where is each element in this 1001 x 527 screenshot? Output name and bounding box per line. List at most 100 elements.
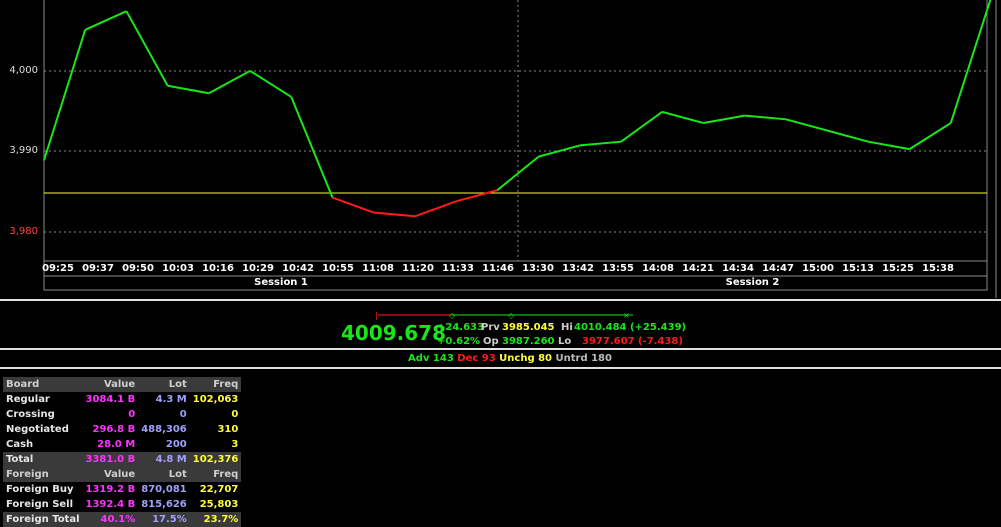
row-label: Foreign Sell [6,499,74,510]
index-change-pct: +0.62% [437,336,481,347]
x-tick-label: 10:29 [242,263,274,274]
intraday-chart[interactable] [0,0,1001,298]
range-high-marker: × [623,311,630,320]
x-tick-label: 15:25 [882,263,914,274]
total-freq: 102,376 [189,452,242,467]
x-tick-label: 11:20 [402,263,434,274]
panel-divider-bottom [0,367,1001,369]
row-value: 3084.1 B [85,394,136,405]
price-line [43,0,992,218]
row-value: 0 [128,409,136,420]
x-tick-label: 10:55 [322,263,354,274]
header-foreign: Foreign [3,467,83,482]
x-tick-label: 09:25 [42,263,74,274]
table-row[interactable]: Foreign Sell 1392.4 B 815,626 25,803 [3,497,241,512]
panel-divider-top [0,299,1001,301]
header-lot: Lot [138,467,190,482]
x-tick-label: 15:00 [802,263,834,274]
x-tick-label: 15:13 [842,263,874,274]
price-segment [949,0,992,124]
header-freq: Freq [189,377,242,392]
board-summary-table: Board Value Lot Freq Regular 3084.1 B 4.… [3,377,242,527]
x-tick-label: 09:37 [82,263,114,274]
y-tick-4000: 4,000 [9,65,38,76]
low-value: 3977.607 (-7.438) [582,336,683,347]
price-segment [785,118,828,132]
row-lot: 200 [165,439,187,450]
price-segment [909,122,952,150]
price-segment [373,211,416,218]
price-segment [125,10,169,87]
price-segment [167,84,210,95]
row-freq: 102,063 [192,394,239,405]
session-1-label: Session 1 [254,277,308,288]
decliners-count: Dec 93 [457,353,496,364]
table-row[interactable]: Regular 3084.1 B 4.3 M 102,063 [3,392,241,407]
price-segment [744,114,787,121]
row-label: Crossing [6,409,55,420]
header-value: Value [82,377,139,392]
header-freq: Freq [189,467,242,482]
x-tick-label: 14:21 [682,263,714,274]
table-row[interactable]: Crossing 0 0 0 [3,407,241,422]
total-label: Total [3,452,83,467]
row-freq: 3 [231,439,239,450]
price-segment [84,10,127,31]
price-segment [414,200,457,218]
untraded-count: Untrd 180 [555,353,612,364]
row-label: Foreign Buy [6,484,74,495]
header-lot: Lot [138,377,190,392]
intraday-chart-panel[interactable]: 4,000 3,990 3,980 09:25 09:37 09:50 10:03 10… [0,0,1001,298]
index-change: +24.633 [437,322,484,333]
range-prev-marker: ◇ [508,311,515,320]
x-tick-label: 15:38 [922,263,954,274]
high-value: 4010.484 (+25.439) [574,322,687,333]
row-lot: 870,081 [141,484,187,495]
advancers-count: Adv 143 [408,353,454,364]
table-row[interactable]: Foreign Buy 1319.2 B 870,081 22,707 [3,482,241,497]
row-value: 296.8 B [92,424,136,435]
x-tick-label: 10:16 [202,263,234,274]
price-segment [868,140,910,151]
y-tick-3990: 3,990 [9,145,38,156]
panel-divider-middle [0,348,1001,350]
price-segment [455,189,498,203]
price-segment [208,69,251,95]
row-lot: 488,306 [141,424,187,435]
x-tick-label: 14:08 [642,263,674,274]
high-label: Hi [561,322,573,333]
foreign-header-row: Foreign Value Lot Freq [3,467,242,482]
price-segment [290,96,334,198]
range-low-marker: | [375,311,378,320]
row-freq: 310 [217,424,239,435]
row-value: 1392.4 B [85,499,136,510]
unchanged-count: Unchg 80 [499,353,553,364]
x-tick-label: 09:50 [122,263,154,274]
session-2-label: Session 2 [725,277,780,288]
price-segment [249,69,292,98]
price-segment [579,140,622,147]
header-value: Value [82,467,139,482]
row-value: 1319.2 B [85,484,136,495]
x-tick-label: 14:47 [762,263,794,274]
x-tick-label: 10:42 [282,263,314,274]
prev-value: 3985.045 [502,322,555,333]
table-row[interactable]: Cash 28.0 M 200 3 [3,437,241,452]
open-value: 3987.260 [502,336,555,347]
range-open-marker: ◇ [449,311,456,320]
total-lot: 4.8 M [138,452,190,467]
total-value: 3381.0 B [82,452,139,467]
y-tick-3980: 3,980 [9,226,38,237]
price-segment [661,110,704,125]
row-lot: 4.3 M [155,394,187,405]
total-row[interactable]: Total 3381.0 B 4.8 M 102,376 [3,452,242,467]
x-tick-label: 11:46 [482,263,514,274]
x-tick-label: 13:55 [602,263,634,274]
board-header-row: Board Value Lot Freq [3,377,242,392]
row-lot: 815,626 [141,499,187,510]
row-freq: 25,803 [199,499,239,510]
index-last-value: 4009.678 [341,321,447,345]
table-row[interactable]: Negotiated 296.8 B 488,306 310 [3,422,241,437]
x-tick-label: 13:30 [522,263,554,274]
prev-label: Prv [481,322,500,333]
